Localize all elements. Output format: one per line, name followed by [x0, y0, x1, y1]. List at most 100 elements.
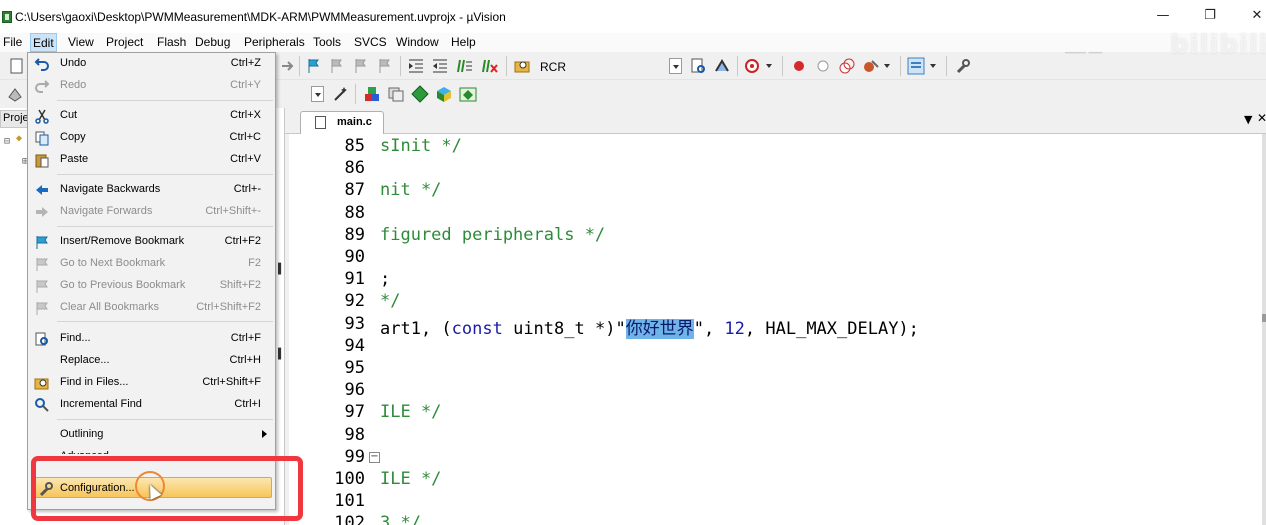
disable-all-breakpoints-icon[interactable] [838, 57, 856, 75]
edit-menu-item-outlining[interactable]: Outlining [28, 424, 275, 446]
options-magic-icon[interactable] [332, 85, 350, 103]
menu-debug[interactable]: Debug [193, 33, 232, 52]
edit-menu-item-go-to-previous-bookmark[interactable]: Go to Previous Bookmark Shift+F2 [28, 275, 275, 297]
debug-session-icon[interactable] [744, 57, 762, 75]
window-title: C:\Users\gaoxi\Desktop\PWMMeasurement\MD… [15, 10, 506, 24]
menu-item-label: Clear All Bookmarks [60, 301, 160, 313]
find-text-field[interactable]: RCR [540, 60, 566, 74]
edit-menu-item-advanced[interactable]: Advanced [28, 446, 275, 454]
tab-close-icon[interactable]: ✕ [1257, 111, 1266, 125]
code-line[interactable]: sInit */ [380, 136, 462, 156]
edit-menu-item-go-to-next-bookmark[interactable]: Go to Next Bookmark F2 [28, 253, 275, 275]
menu-peripherals[interactable]: Peripherals [242, 33, 307, 52]
code-line[interactable]: ; [380, 269, 390, 289]
navigate-forward-icon[interactable] [279, 57, 297, 75]
unindent-icon[interactable] [431, 57, 449, 75]
menu-item-label: Paste [60, 153, 89, 165]
code-line[interactable]: figured peripherals */ [380, 225, 605, 245]
menu-flash[interactable]: Flash [155, 33, 188, 52]
target-select-dropdown-icon[interactable] [311, 86, 324, 102]
incremental-find-icon[interactable] [713, 57, 731, 75]
edit-menu-item-cut[interactable]: Cut Ctrl+X [28, 105, 275, 127]
code-text: figured peripherals */ [380, 225, 606, 245]
menu-edit[interactable]: Edit [30, 33, 57, 52]
edit-menu-item-clear-all-bookmarks[interactable]: Clear All Bookmarks Ctrl+Shift+F2 [28, 297, 275, 319]
edit-menu-item-redo[interactable]: Redo Ctrl+Y [28, 75, 275, 97]
edit-menu-item-copy[interactable]: Copy Ctrl+C [28, 127, 275, 149]
code-line[interactable]: nit */ [380, 180, 441, 200]
uncomment-icon[interactable] [481, 57, 499, 75]
minimize-button[interactable]: — [1148, 5, 1178, 27]
menu-window[interactable]: Window [394, 33, 441, 52]
pack-installer-icon[interactable] [411, 85, 429, 103]
edit-menu-item-find-in-files[interactable]: Find in Files... Ctrl+Shift+F [28, 372, 275, 394]
line93-comma: , [703, 319, 725, 339]
line93-number: 12 [724, 319, 745, 339]
c-file-icon [315, 116, 326, 129]
edit-menu-item-paste[interactable]: Paste Ctrl+V [28, 149, 275, 171]
line-number: 90 [344, 247, 365, 267]
line93-quote-open: " [615, 319, 626, 339]
edit-menu-item-insert-remove-bookmark[interactable]: Insert/Remove Bookmark Ctrl+F2 [28, 231, 275, 253]
title-bar: C:\Users\gaoxi\Desktop\PWMMeasurement\MD… [0, 0, 1266, 33]
code-line[interactable]: art1, (const uint8_t *)"你好世界", 12, HAL_M… [380, 314, 919, 339]
new-file-icon[interactable] [8, 57, 26, 75]
file-extensions-icon[interactable] [387, 85, 405, 103]
previous-bookmark-icon[interactable] [328, 57, 346, 75]
manage-components-icon[interactable] [363, 85, 381, 103]
insert-bookmark-icon[interactable] [305, 57, 323, 75]
rebuild-icon[interactable] [6, 85, 24, 103]
window-layout-dropdown-icon[interactable] [927, 58, 940, 74]
uvision-app-icon [2, 11, 12, 23]
code-text: */ [380, 291, 401, 311]
menu-file[interactable]: File [1, 33, 24, 52]
close-button[interactable]: ✕ [1242, 5, 1266, 27]
line-number: 98 [344, 425, 365, 445]
tab-main-c[interactable]: main.c [300, 111, 384, 134]
configure-icon[interactable] [954, 57, 972, 75]
find-document-icon[interactable] [689, 57, 707, 75]
debug-dropdown-icon[interactable] [763, 58, 776, 74]
indent-icon[interactable] [407, 57, 425, 75]
menu-item-label: Go to Previous Bookmark [60, 279, 186, 291]
target-folder-icon[interactable]: ◆ [16, 133, 22, 144]
find-dropdown-icon[interactable] [669, 58, 682, 74]
comment-icon[interactable] [456, 57, 474, 75]
find-in-files-icon[interactable] [513, 57, 531, 75]
code-line[interactable]: ILE */ [380, 469, 441, 489]
menu-help[interactable]: Help [449, 33, 478, 52]
code-line[interactable]: */ [380, 291, 400, 311]
tab-list-dropdown-icon[interactable]: ▼ [1244, 113, 1252, 126]
disable-breakpoint-icon[interactable] [814, 57, 832, 75]
edit-menu-item-find[interactable]: Find... Ctrl+F [28, 328, 275, 350]
menu-item-label: Redo [60, 79, 87, 91]
edit-menu-item-incremental-find[interactable]: Incremental Find Ctrl+I [28, 394, 275, 416]
edit-menu-item-navigate-backwards[interactable]: Navigate Backwards Ctrl+- [28, 179, 275, 201]
selected-text: 你好世界 [625, 319, 694, 339]
menu-view[interactable]: View [66, 33, 96, 52]
tree-collapse-icon[interactable]: ⊟ [4, 136, 10, 147]
undo-icon [34, 56, 50, 72]
menu-project[interactable]: Project [104, 33, 145, 52]
menu-svcs[interactable]: SVCS [352, 33, 389, 52]
menu-tools[interactable]: Tools [311, 33, 343, 52]
edit-menu-item-undo[interactable]: Undo Ctrl+Z [28, 53, 275, 75]
next-bookmark-icon[interactable] [352, 57, 370, 75]
editor-vertical-scrollbar[interactable] [1262, 134, 1266, 525]
window-layout-icon[interactable] [907, 57, 925, 75]
kill-breakpoints-icon[interactable] [862, 57, 880, 75]
scrollbar-thumb[interactable] [1262, 314, 1266, 322]
breakpoints-dropdown-icon[interactable] [881, 58, 894, 74]
clear-bookmarks-icon[interactable] [376, 57, 394, 75]
previous-bookmark-icon [34, 278, 50, 294]
edit-menu-item-navigate-forwards[interactable]: Navigate Forwards Ctrl+Shift+- [28, 201, 275, 223]
code-line[interactable]: ILE */ [380, 402, 441, 422]
maximize-button[interactable]: ❐ [1195, 5, 1225, 27]
edit-menu-item-replace[interactable]: Replace... Ctrl+H [28, 350, 275, 372]
fold-collapse-icon[interactable]: − [369, 452, 380, 463]
code-text: ILE */ [380, 469, 442, 489]
code-line[interactable]: 3 */ [380, 513, 421, 525]
breakpoint-icon[interactable] [790, 57, 808, 75]
select-software-packs-icon[interactable] [435, 85, 453, 103]
run-time-environment-icon[interactable] [459, 85, 477, 103]
